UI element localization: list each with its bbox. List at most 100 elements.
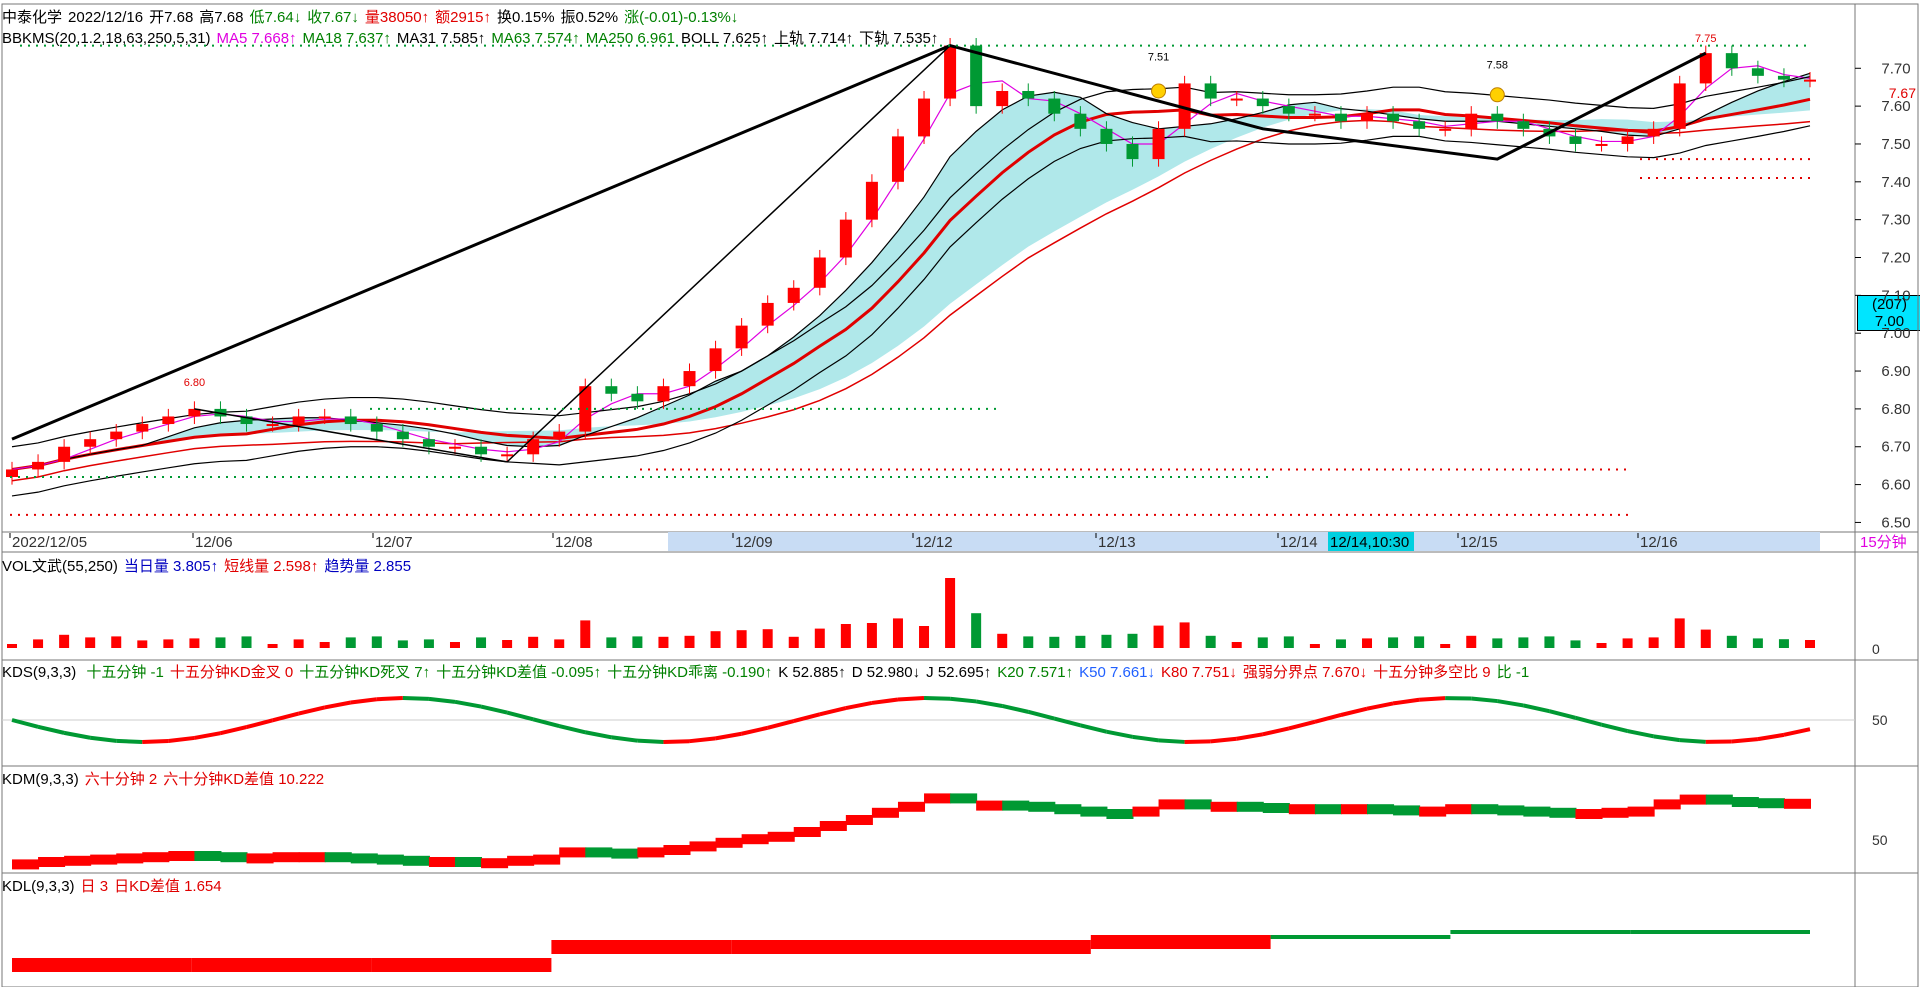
kds-segment [1574,715,1603,727]
kdm-segment [1627,806,1655,817]
candle-body [657,386,670,402]
volume-bar [1700,629,1711,648]
volume-bar [684,635,695,648]
price-annotation: 7.75 [1695,33,1716,45]
volume-bar [189,638,200,648]
price-tick-label: 6.90 [1881,363,1910,380]
kdm-segment [637,847,665,858]
kds-segment [220,725,247,736]
candle-body [683,371,696,387]
volume-bar [85,637,96,648]
time-label: 12/14 [1280,534,1318,551]
volume-bar [1726,635,1737,648]
kdm-segment [246,853,274,864]
kdm-segment [1679,794,1707,805]
kds-segment [11,718,39,729]
candle-body [1152,128,1165,160]
price-tick-label: 6.50 [1881,514,1910,531]
candle-body [1621,136,1634,144]
kdm-indicator: 50 [12,793,1888,870]
kds-segment [897,696,925,702]
volume-bar [423,639,434,648]
kds-segment [1079,723,1107,734]
kds-segment [819,706,847,717]
candle-body [761,302,774,326]
kds-segment [689,736,716,744]
candle-body [58,446,71,462]
kline-chart[interactable]: 7.70 7.60 7.50 7.40 7.30 7.20 7.10 7.00 6.90 6.80… [0,0,1920,987]
candle-body [136,424,149,432]
candle-body [1673,83,1686,129]
kdl-segment [1270,935,1451,939]
cursor-time-label: 12/14,10:30 [1330,534,1409,551]
candle-body [735,325,748,349]
volume-bar [1179,622,1190,648]
kdm-segment [924,793,952,804]
candle-body [84,439,97,447]
kdm-segment [454,857,483,867]
kds-segment [1236,732,1264,741]
kds-segment [611,735,638,743]
kdm-segment [1549,807,1577,818]
kds-segment [116,738,143,744]
kdm-segment [1367,804,1395,815]
kds-segment [949,696,977,704]
volume-bar [137,640,148,648]
price-tick-label: 7.50 [1881,136,1910,153]
kdm-segment [168,851,196,861]
candle-body [944,45,957,99]
volume-bar [788,636,799,648]
kds-segment [1158,738,1185,744]
price-tick-label: 7.70 [1881,60,1910,77]
candle-body [1725,53,1738,69]
volume-bar [1752,638,1763,648]
kds-segment [454,699,482,709]
volume-bar [736,630,747,648]
kdl-segment [731,940,911,954]
candle-body [918,98,931,137]
kdm-segment [1445,804,1473,815]
volume-bar [1466,635,1477,648]
kds-segment [871,697,899,705]
candle-body [1595,143,1608,146]
candle-body [1048,98,1061,114]
volume-bar [33,639,44,648]
candle-body [1647,128,1660,137]
volume-bar [945,578,956,648]
kdm-segment [950,793,978,804]
kdm-segment [1262,803,1290,813]
chart-window: { "header": { "stock_name": "中泰化学", "dat… [0,0,1920,987]
time-label: 2022/12/05 [12,534,87,551]
volume-bar [1362,638,1373,648]
smiley-icon [1489,87,1505,103]
volume-bar [59,634,70,648]
smiley-icon [1151,83,1167,99]
volume-bar [1205,635,1216,648]
volume-bar [371,636,382,648]
kdm-segment [585,847,613,858]
volume-bar [528,636,539,648]
time-label: 12/16 [1640,534,1678,551]
candle-body [1751,68,1764,76]
kds-segment [1392,697,1420,706]
kds-segment [1184,739,1211,744]
kds-segment [975,699,1003,708]
kdm-segment [1106,809,1134,819]
kds-segment [1783,727,1811,737]
volume-bar [1309,644,1320,648]
kdm-segment [1132,806,1160,817]
panel-frame [1,659,1919,767]
kdm-segment [402,855,430,866]
kds-segment [272,711,300,723]
kdm-segment [1210,801,1238,812]
kdm-segment [741,834,769,845]
kds-segment [428,696,456,704]
candle-body [631,393,644,402]
kds-segment [1653,734,1680,743]
kdm-segment [1523,806,1551,817]
kdm-segment [1393,805,1421,816]
candle-body [1282,106,1295,114]
volume-bar [1335,639,1346,648]
time-label: 12/08 [555,534,593,551]
kds-segment [1627,729,1655,739]
